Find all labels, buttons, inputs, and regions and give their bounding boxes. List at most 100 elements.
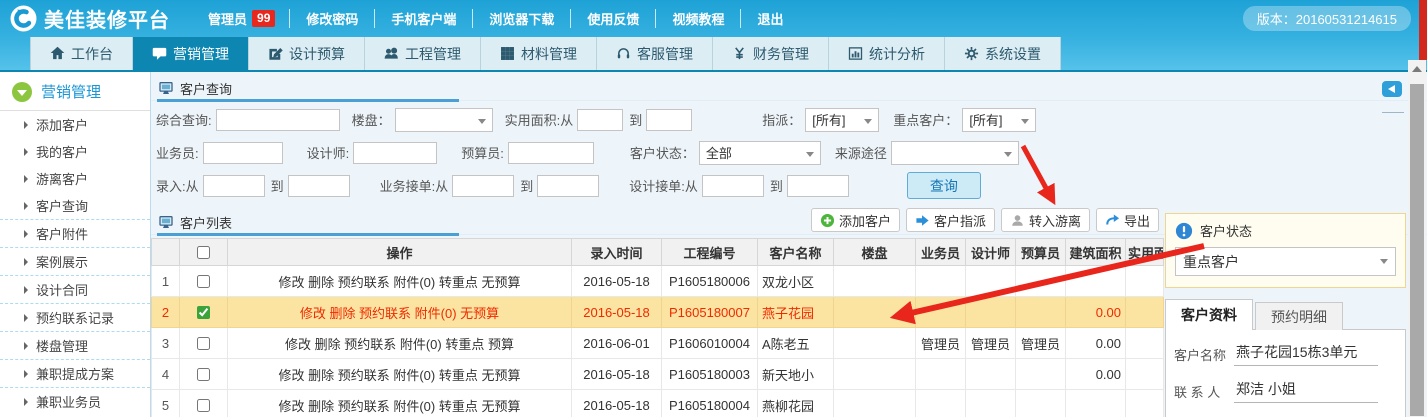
nav-tab[interactable]: 工程管理 bbox=[365, 37, 481, 70]
customer-row[interactable]: 4 修改 删除 预约联系 附件(0) 转重点 无预算 2016-05-18 P1… bbox=[152, 359, 1164, 390]
nav-tab[interactable]: 设计预算 bbox=[249, 37, 365, 70]
nav-tab[interactable]: 客服管理 bbox=[597, 37, 713, 70]
sidebar-item[interactable]: 添加客户 bbox=[0, 111, 150, 138]
notification-badge[interactable]: 99 bbox=[252, 10, 275, 27]
toolbar-button[interactable]: 客户指派 bbox=[906, 208, 995, 232]
toolbar-button[interactable]: 添加客户 bbox=[811, 208, 900, 232]
sidebar-item[interactable]: 我的客户 bbox=[0, 138, 150, 165]
area-from-input[interactable] bbox=[577, 109, 623, 131]
dialer-icon[interactable] bbox=[1382, 346, 1397, 362]
comprehensive-input[interactable] bbox=[216, 109, 340, 131]
row-checkbox[interactable] bbox=[197, 275, 210, 288]
biz-order-label: 业务接单:从 bbox=[380, 176, 449, 195]
biz-from-input[interactable] bbox=[452, 175, 514, 197]
topbar-link[interactable]: 视频教程 bbox=[655, 9, 740, 28]
entry-to-input[interactable] bbox=[288, 175, 350, 197]
nav-tab[interactable]: 统计分析 bbox=[829, 37, 945, 70]
topbar-link[interactable]: 浏览器下载 bbox=[472, 9, 570, 28]
customer-row[interactable]: 2 修改 删除 预约联系 附件(0) 无预算 2016-05-18 P16051… bbox=[152, 297, 1164, 328]
nav-tab[interactable]: 材料管理 bbox=[481, 37, 597, 70]
item-caret-icon bbox=[24, 202, 28, 210]
cell-salesman bbox=[916, 266, 966, 297]
entry-from-input[interactable] bbox=[203, 175, 265, 197]
toolbar-button[interactable]: 转入游离 bbox=[1001, 208, 1090, 232]
cell-customer-name: 双龙小区 bbox=[758, 266, 834, 297]
nav-tab[interactable]: 系统设置 bbox=[945, 37, 1061, 70]
nav-tab[interactable]: 工作台 bbox=[30, 37, 133, 70]
sidebar-item-label: 楼盘管理 bbox=[36, 336, 88, 355]
sidebar-item-label: 客户附件 bbox=[36, 224, 88, 243]
estimator-input[interactable] bbox=[508, 142, 594, 164]
row-operations[interactable]: 修改 删除 预约联系 附件(0) 转重点 无预算 bbox=[228, 359, 572, 390]
sidebar-item[interactable]: 客户查询 bbox=[0, 192, 150, 219]
sidebar-item-label: 客户查询 bbox=[36, 196, 88, 215]
designer-label: 设计师: bbox=[307, 143, 350, 162]
sidebar-item[interactable]: 楼盘管理 bbox=[0, 331, 150, 359]
customer-row[interactable]: 5 修改 删除 预约联系 附件(0) 转重点 无预算 2016-05-18 P1… bbox=[152, 390, 1164, 417]
scrollbar-thumb[interactable] bbox=[1410, 84, 1424, 416]
status-select[interactable]: 重点客户 bbox=[1175, 247, 1396, 276]
source-select[interactable] bbox=[891, 141, 1019, 165]
dialer-icon[interactable] bbox=[1382, 383, 1397, 399]
select-all-checkbox[interactable] bbox=[197, 246, 210, 259]
row-operations[interactable]: 修改 删除 预约联系 附件(0) 转重点 无预算 bbox=[228, 390, 572, 417]
row-operations[interactable]: 修改 删除 预约联系 附件(0) 无预算 bbox=[228, 297, 572, 328]
customer-info-body: 客户名称 燕子花园15栋3单元 联 系 人 郑洁 小姐 手 机 bbox=[1165, 329, 1406, 417]
header-customer-name: 客户名称 bbox=[758, 239, 834, 266]
header-select-all bbox=[180, 239, 228, 266]
vertical-scrollbar[interactable] bbox=[1408, 60, 1426, 417]
assign-label: 指派： bbox=[762, 110, 801, 129]
row-operations[interactable]: 修改 删除 预约联系 附件(0) 转重点 预算 bbox=[228, 328, 572, 359]
key-customer-select[interactable]: [所有] bbox=[962, 108, 1036, 132]
biz-to-input[interactable] bbox=[537, 175, 599, 197]
customer-row[interactable]: 3 修改 删除 预约联系 附件(0) 转重点 预算 2016-06-01 P16… bbox=[152, 328, 1164, 359]
design-from-input[interactable] bbox=[702, 175, 764, 197]
cell-designer bbox=[966, 266, 1016, 297]
salesman-input[interactable] bbox=[203, 142, 283, 164]
sidebar-item[interactable]: 客户附件 bbox=[0, 219, 150, 247]
alert-bubble-icon bbox=[1175, 222, 1193, 240]
assign-select[interactable]: [所有] bbox=[805, 108, 879, 132]
divider bbox=[1382, 112, 1404, 113]
row-checkbox[interactable] bbox=[197, 368, 210, 381]
item-caret-icon bbox=[24, 121, 28, 129]
row-select-cell bbox=[180, 328, 228, 359]
customer-row[interactable]: 1 修改 删除 预约联系 附件(0) 转重点 无预算 2016-05-18 P1… bbox=[152, 266, 1164, 297]
nav-tab-label: 工作台 bbox=[71, 44, 113, 64]
sidebar-item[interactable]: 兼职业务员 bbox=[0, 387, 150, 415]
building-select[interactable] bbox=[395, 108, 493, 132]
cell-building bbox=[834, 328, 916, 359]
scroll-up-arrow-icon[interactable] bbox=[1408, 60, 1426, 78]
search-button[interactable]: 查询 bbox=[907, 172, 981, 199]
user-menu[interactable]: 管理员 99 bbox=[208, 9, 289, 28]
nav-tab[interactable]: 财务管理 bbox=[713, 37, 829, 70]
customer-table: 操作 录入时间 工程编号 客户名称 楼盘 业务员 设计师 预算员 建筑面积 实用… bbox=[151, 238, 1164, 417]
sidebar-item[interactable]: 游离客户 bbox=[0, 165, 150, 192]
info-tab[interactable]: 客户资料 bbox=[1165, 299, 1253, 330]
panel-collapse-button[interactable] bbox=[1382, 81, 1402, 97]
toolbar-button[interactable]: 导出 bbox=[1096, 208, 1159, 232]
row-checkbox[interactable] bbox=[197, 306, 210, 319]
designer-input[interactable] bbox=[353, 142, 437, 164]
row-checkbox[interactable] bbox=[197, 337, 210, 350]
topbar-link[interactable]: 手机客户端 bbox=[374, 9, 472, 28]
header-usable-area: 实用面积 bbox=[1126, 239, 1164, 266]
header: 美佳装修平台 管理员 99 修改密码 手机客户端 浏览器下载 使用反馈 视频教程 bbox=[0, 0, 1427, 72]
topbar-link[interactable]: 修改密码 bbox=[289, 9, 374, 28]
query-row-1: 综合查询: 楼盘： 实用面积:从 到 指派： [所有] 重点客户： [所有] bbox=[156, 103, 1427, 136]
row-operations[interactable]: 修改 删除 预约联系 附件(0) 转重点 无预算 bbox=[228, 266, 572, 297]
sidebar-item[interactable]: 案例展示 bbox=[0, 247, 150, 275]
topbar-link[interactable]: 退出 bbox=[740, 9, 799, 28]
nav-tab[interactable]: 营销管理 bbox=[133, 37, 249, 70]
sidebar-item[interactable]: 设计合同 bbox=[0, 275, 150, 303]
row-checkbox[interactable] bbox=[197, 399, 210, 412]
sidebar-item[interactable]: 预约联系记录 bbox=[0, 303, 150, 331]
row-index: 4 bbox=[152, 359, 180, 390]
sidebar-group-header[interactable]: 营销管理 bbox=[0, 72, 150, 111]
status-select[interactable]: 全部 bbox=[699, 141, 821, 165]
design-to-input[interactable] bbox=[787, 175, 849, 197]
topbar-link[interactable]: 使用反馈 bbox=[570, 9, 655, 28]
sidebar-item[interactable]: 兼职提成方案 bbox=[0, 359, 150, 387]
info-tab[interactable]: 预约明细 bbox=[1255, 302, 1343, 330]
area-to-input[interactable] bbox=[646, 109, 692, 131]
